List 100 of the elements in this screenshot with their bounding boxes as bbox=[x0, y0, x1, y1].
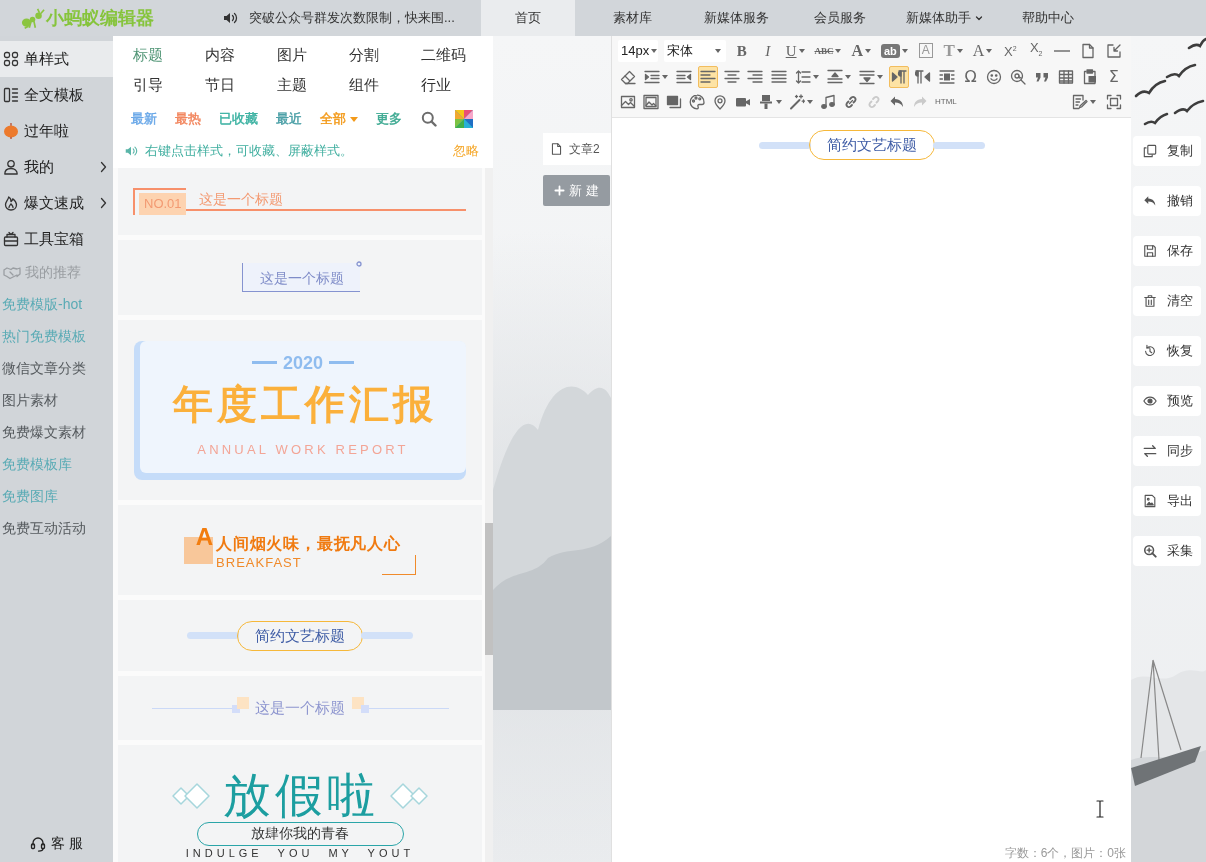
caret-icon bbox=[661, 74, 668, 79]
spacing-button[interactable]: A bbox=[970, 39, 995, 62]
sidebar-item[interactable]: 我的 bbox=[0, 149, 113, 185]
text-wrap-icon bbox=[938, 68, 955, 85]
floppy-disk-icon bbox=[1143, 244, 1157, 258]
copy-button[interactable]: 复制 bbox=[1133, 136, 1201, 166]
sidebar-item[interactable]: 单样式 bbox=[0, 41, 113, 77]
nav-tab[interactable]: 首页 bbox=[481, 0, 575, 36]
caret-icon bbox=[350, 116, 358, 122]
export-button[interactable]: 导出 bbox=[1133, 486, 1201, 516]
strike-button[interactable]: ABC bbox=[812, 39, 844, 62]
ribbon-bar bbox=[187, 632, 239, 639]
scrollbar[interactable] bbox=[485, 168, 493, 862]
sidebar-item[interactable]: 全文模板 bbox=[0, 77, 113, 113]
caret-icon bbox=[714, 48, 721, 53]
ring-icon bbox=[356, 261, 362, 267]
palette-tile-icon[interactable] bbox=[455, 110, 473, 128]
editor-field[interactable]: 简约文艺标题 bbox=[612, 118, 1131, 845]
font-color-button[interactable]: A bbox=[849, 39, 873, 62]
underline-button[interactable]: U bbox=[783, 39, 807, 62]
category-tab[interactable]: 引导 bbox=[133, 75, 163, 95]
pilcrow-right-icon bbox=[890, 68, 907, 85]
image-icon bbox=[620, 94, 636, 111]
user-icon bbox=[3, 159, 19, 175]
scrollbar-thumb[interactable] bbox=[485, 523, 493, 655]
font-family-select[interactable]: 宋体 bbox=[663, 39, 726, 62]
sub-button[interactable]: X$_{2}$ bbox=[1026, 39, 1047, 62]
nav-tab[interactable]: 素材库 bbox=[585, 0, 679, 36]
omega-button[interactable]: Ω bbox=[960, 65, 981, 88]
caret-icon bbox=[901, 48, 908, 53]
category-tab[interactable]: 标题 bbox=[133, 45, 163, 65]
filter-link[interactable]: 更多 bbox=[376, 110, 402, 128]
category-tab[interactable]: 主题 bbox=[277, 75, 307, 95]
category-tab[interactable]: 节日 bbox=[205, 75, 235, 95]
category-tab[interactable]: 图片 bbox=[277, 45, 307, 65]
style-card[interactable]: 简约文艺标题 bbox=[118, 600, 482, 671]
align-left-button[interactable] bbox=[697, 65, 718, 88]
ant-icon bbox=[21, 7, 45, 29]
fullscreen-icon bbox=[1106, 94, 1122, 111]
handshake-icon bbox=[3, 266, 21, 280]
clear-button[interactable]: 清空 bbox=[1133, 286, 1201, 316]
lantern-icon bbox=[3, 123, 19, 139]
align-justify-icon bbox=[771, 68, 788, 85]
sup-button[interactable]: X$^{2}$ bbox=[1000, 39, 1021, 62]
category-tab[interactable]: 行业 bbox=[421, 75, 451, 95]
nav-tab[interactable]: 新媒体服务 bbox=[689, 0, 783, 36]
sync-button[interactable]: 同步 bbox=[1133, 436, 1201, 466]
html-button[interactable]: HTML bbox=[933, 91, 959, 114]
indent-icon bbox=[643, 68, 660, 85]
search-icon[interactable] bbox=[421, 111, 437, 127]
save-button[interactable]: 保存 bbox=[1133, 236, 1201, 266]
report-subtitle: ANNUAL WORK REPORT bbox=[197, 440, 409, 459]
restore-button[interactable]: 恢复 bbox=[1133, 336, 1201, 366]
filter-link[interactable]: 最近 bbox=[276, 110, 302, 128]
undo-button[interactable]: 撤销 bbox=[1133, 186, 1201, 216]
ltr-button[interactable] bbox=[888, 65, 909, 88]
caret-icon bbox=[956, 48, 963, 53]
style-card[interactable]: 放假啦 放肆你我的青春 INDULGE YOU MY YOUT bbox=[118, 745, 482, 862]
highlight-button[interactable]: ab bbox=[878, 39, 910, 62]
map-pin-icon bbox=[712, 94, 728, 111]
nav-tab[interactable]: 新媒体助手 bbox=[897, 0, 991, 36]
double-diamond-icon bbox=[171, 781, 213, 811]
align-left-icon bbox=[699, 68, 716, 85]
bold-button[interactable]: B bbox=[731, 39, 752, 62]
holiday-title: 放假啦 bbox=[223, 771, 379, 821]
caret-icon bbox=[864, 48, 871, 53]
category-tab[interactable]: 二维码 bbox=[421, 45, 466, 65]
trash-icon bbox=[1143, 294, 1157, 308]
preview-button[interactable]: 预览 bbox=[1133, 386, 1201, 416]
clipboard-icon bbox=[1082, 68, 1099, 85]
nav-tab[interactable]: 帮助中心 bbox=[1001, 0, 1095, 36]
category-tab[interactable]: 内容 bbox=[205, 45, 235, 65]
accent-letter: A bbox=[195, 525, 214, 549]
style-number: NO.01 bbox=[139, 193, 186, 215]
sidebar-item[interactable]: 爆文速成 bbox=[0, 185, 113, 221]
sidebar-link[interactable]: 微信文章分类 bbox=[0, 353, 86, 385]
nav-tab[interactable]: 会员服务 bbox=[793, 0, 887, 36]
image-file-icon bbox=[1143, 494, 1157, 508]
table-icon bbox=[1058, 68, 1075, 85]
headset-icon bbox=[30, 836, 47, 852]
status-text: 字数：6个，图片：0张 bbox=[1004, 845, 1127, 861]
sidebar-link[interactable]: 免费爆文素材 bbox=[0, 417, 86, 449]
magic-wand-icon bbox=[789, 94, 805, 111]
sidebar-link[interactable]: 图片素材 bbox=[0, 385, 58, 417]
notice-text: 突破公众号群发次数限制，快来围... bbox=[249, 9, 455, 27]
sidebar-item[interactable]: 过年啦 bbox=[0, 113, 113, 149]
category-tab[interactable]: 分割 bbox=[349, 45, 379, 65]
document-tab[interactable]: 文章2 bbox=[543, 133, 611, 165]
logo-text: 小蚂蚁编辑器 bbox=[46, 7, 154, 30]
plus-icon bbox=[554, 185, 566, 196]
category-tab[interactable]: 组件 bbox=[349, 75, 379, 95]
font-size-select[interactable]: 14px bbox=[618, 39, 658, 62]
collect-button[interactable]: 采集 bbox=[1133, 536, 1201, 566]
align-center-icon bbox=[723, 68, 740, 85]
customer-service-button[interactable]: 客 服 bbox=[30, 834, 83, 854]
sidebar-link[interactable]: 免费互动活动 bbox=[0, 513, 86, 545]
italic-button[interactable]: I bbox=[757, 39, 778, 62]
sidebar-item[interactable]: 工具宝箱 bbox=[0, 221, 113, 257]
caret-icon bbox=[1090, 100, 1096, 105]
sigma-button[interactable]: Σ bbox=[1103, 65, 1124, 88]
